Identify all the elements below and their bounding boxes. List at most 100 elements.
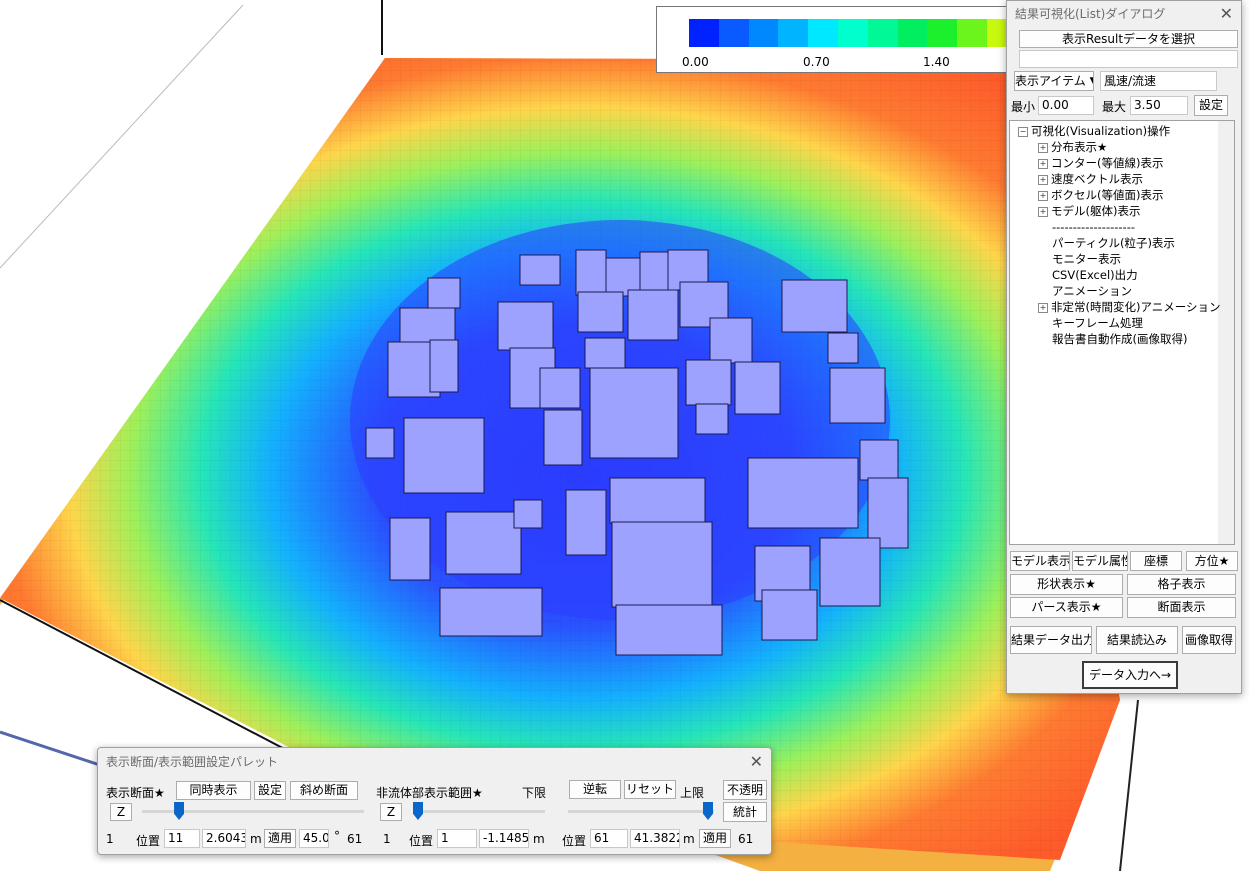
tree-item-label: CSV(Excel)出力 (1052, 268, 1138, 282)
visualization-tree[interactable]: − 可視化(Visualization)操作 + 分布表示★ + コンター(等値線)表示… (1009, 120, 1235, 545)
reset-button[interactable]: リセット (624, 780, 676, 799)
tree-item-label: モデル(躯体)表示 (1051, 204, 1141, 218)
min-label: 最小 (1011, 100, 1036, 114)
range-axis-button[interactable]: Z (380, 803, 402, 821)
range-set-button[interactable]: 設定 (1194, 95, 1228, 116)
legend-label-0: 0.00 (682, 55, 709, 69)
lower-slider-track[interactable] (413, 810, 545, 813)
tree-item[interactable]: + 分布表示★ (1038, 139, 1107, 155)
upper-slider-track[interactable] (568, 810, 714, 813)
tree-item[interactable]: アニメーション (1038, 283, 1132, 299)
tree-item[interactable]: -------------------- (1038, 219, 1135, 235)
angle-input[interactable]: 45.0 (299, 829, 329, 848)
color-scale-bar (689, 19, 1017, 47)
selected-result-field[interactable] (1019, 50, 1238, 68)
upper-unit: m (683, 832, 695, 846)
section-position-label: 位置 (136, 834, 161, 848)
tree-item[interactable]: キーフレーム処理 (1038, 315, 1143, 331)
color-legend: 0.00 0.70 1.40 (656, 6, 1017, 73)
direction-button[interactable]: 方位★ (1186, 551, 1238, 571)
tree-item-label: 速度ベクトル表示 (1051, 172, 1143, 186)
expand-icon[interactable]: + (1038, 175, 1048, 185)
dialog-title-bar: 結果可視化(List)ダイアログ ✕ (1007, 1, 1241, 27)
legend-swatch-0 (689, 19, 719, 47)
tree-item-label: 非定常(時間変化)アニメーション (1051, 300, 1221, 314)
coordinates-button[interactable]: 座標 (1130, 551, 1182, 571)
dialog-title: 結果可視化(List)ダイアログ (1015, 7, 1166, 21)
collapse-icon[interactable]: − (1018, 127, 1028, 137)
display-item-value[interactable]: 風速/流速 (1100, 71, 1217, 91)
tree-item[interactable]: + ボクセル(等値面)表示 (1038, 187, 1163, 203)
upper-limit-label: 上限 (680, 786, 705, 800)
tree-item[interactable]: + 速度ベクトル表示 (1038, 171, 1143, 187)
expand-icon[interactable]: + (1038, 159, 1048, 169)
section-unit: m (250, 832, 262, 846)
section-position-input[interactable]: 11 (164, 829, 200, 848)
tree-item[interactable]: + モデル(躯体)表示 (1038, 203, 1140, 219)
section-coordinate-value: 2.60434 (202, 829, 246, 848)
tree-item-label: 報告書自動作成(画像取得) (1052, 332, 1188, 346)
legend-swatch-2 (748, 19, 779, 47)
tree-item-label: パーティクル(粒子)表示 (1052, 236, 1175, 250)
expand-icon[interactable]: + (1038, 207, 1048, 217)
reverse-button[interactable]: 逆転 (569, 780, 621, 799)
tree-item[interactable]: パーティクル(粒子)表示 (1038, 235, 1175, 251)
section-axis-button[interactable]: Z (110, 803, 132, 821)
upper-apply-button[interactable]: 適用 (699, 829, 731, 848)
load-results-button[interactable]: 結果読込み (1096, 626, 1178, 654)
shape-display-button[interactable]: 形状表示★ (1010, 574, 1123, 595)
lower-unit: m (533, 832, 545, 846)
grid-display-button[interactable]: 格子表示 (1127, 574, 1236, 595)
simultaneous-display-button[interactable]: 同時表示 (176, 781, 251, 800)
oblique-section-button[interactable]: 斜め断面 (290, 781, 358, 800)
max-value-input[interactable]: 3.50 (1130, 96, 1188, 115)
legend-swatch-1 (718, 19, 749, 47)
upper-position-label: 位置 (562, 834, 587, 848)
expand-icon[interactable]: + (1038, 303, 1048, 313)
tree-root[interactable]: − 可視化(Visualization)操作 (1018, 123, 1170, 139)
tree-item[interactable]: CSV(Excel)出力 (1038, 267, 1138, 283)
tree-item[interactable]: + コンター(等値線)表示 (1038, 155, 1163, 171)
palette-close-icon[interactable]: ✕ (750, 748, 763, 776)
max-label: 最大 (1102, 100, 1127, 114)
tree-item-label: キーフレーム処理 (1052, 316, 1143, 330)
expand-icon[interactable]: + (1038, 143, 1048, 153)
tree-item[interactable]: 報告書自動作成(画像取得) (1038, 331, 1187, 347)
lower-coordinate-value: -1.14850 (479, 829, 529, 848)
tree-item[interactable]: モニター表示 (1038, 251, 1121, 267)
legend-swatch-4 (808, 19, 838, 47)
tree-item[interactable]: + 非定常(時間変化)アニメーション (1038, 299, 1221, 315)
perspective-button[interactable]: パース表示★ (1010, 597, 1123, 618)
section-label: 表示断面★ (106, 786, 165, 800)
model-attribute-button[interactable]: モデル属性 (1072, 551, 1128, 571)
section-display-button[interactable]: 断面表示 (1127, 597, 1236, 618)
legend-swatch-5 (837, 19, 868, 47)
upper-position-input[interactable]: 61 (590, 829, 628, 848)
section-max-index: 61 (347, 832, 363, 846)
to-data-input-button[interactable]: データ入力へ→ (1082, 661, 1178, 689)
display-item-dropdown[interactable]: 表示アイテム ▼ (1014, 71, 1094, 91)
tree-item-label: アニメーション (1052, 284, 1133, 298)
section-apply-button[interactable]: 適用 (264, 829, 296, 848)
opaque-button[interactable]: 不透明 (723, 780, 767, 800)
degree-symbol: ° (334, 829, 340, 843)
expand-icon[interactable]: + (1038, 191, 1048, 201)
range-min-index: 1 (383, 832, 391, 846)
tree-scrollbar[interactable] (1218, 121, 1234, 544)
tree-item-label: モニター表示 (1052, 252, 1121, 266)
statistics-button[interactable]: 統計 (723, 802, 767, 822)
export-results-button[interactable]: 結果データ出力 (1010, 626, 1092, 654)
legend-swatch-6 (867, 19, 898, 47)
model-display-button[interactable]: モデル表示 (1010, 551, 1070, 571)
min-value-input[interactable]: 0.00 (1038, 96, 1094, 115)
select-result-data-button[interactable]: 表示Resultデータを選択 (1019, 30, 1238, 48)
capture-image-button[interactable]: 画像取得 (1182, 626, 1236, 654)
lower-position-input[interactable]: 1 (437, 829, 477, 848)
section-set-button[interactable]: 設定 (254, 781, 286, 800)
upper-coordinate-value: 41.38222 (630, 829, 680, 848)
section-min-index: 1 (106, 832, 114, 846)
legend-label-1: 0.70 (803, 55, 830, 69)
palette-title: 表示断面/表示範囲設定パレット (106, 755, 279, 769)
legend-swatch-7 (897, 19, 928, 47)
close-icon[interactable]: ✕ (1220, 1, 1233, 27)
